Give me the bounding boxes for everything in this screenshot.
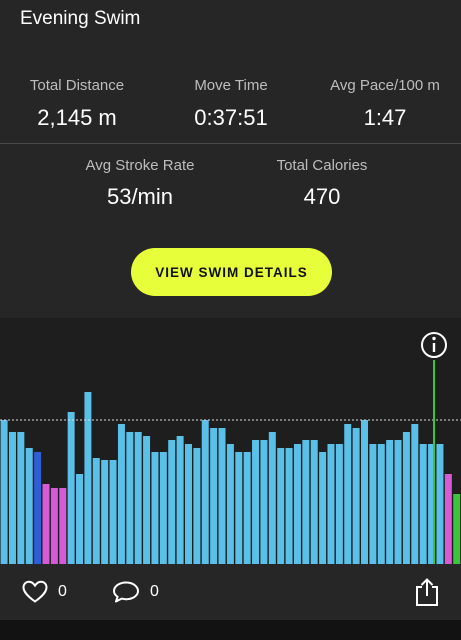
chart-bar-freestyle <box>25 448 33 564</box>
chart-bar-freestyle <box>126 432 134 564</box>
chart-bar-freestyle <box>143 436 151 564</box>
avg-stroke-rate-value: 53/min <box>106 184 174 209</box>
chart-bar-freestyle <box>352 428 360 564</box>
activity-title: Evening Swim <box>20 8 141 29</box>
chart-bar-freestyle <box>268 432 276 564</box>
chart-bar-freestyle <box>319 452 327 564</box>
chart-bar-drill <box>444 474 452 564</box>
chart-bar-freestyle <box>260 440 268 564</box>
move-time-label: Move Time <box>194 77 268 94</box>
chart-bar-drill <box>50 488 58 564</box>
total-calories-value: 470 <box>303 184 341 209</box>
chart-bar-freestyle <box>185 444 192 564</box>
chart-bar-freestyle <box>193 448 201 564</box>
chart-bar-freestyle <box>84 392 92 564</box>
chart-bar-drill <box>59 488 67 564</box>
chart-bar-freestyle <box>293 444 301 564</box>
chart-bar-freestyle <box>344 424 352 564</box>
chart-bar-freestyle <box>285 448 293 564</box>
view-swim-details-button[interactable]: VIEW SWIM DETAILS <box>131 248 332 296</box>
bottom-strip <box>0 620 461 640</box>
share-icon <box>416 578 438 606</box>
stats-divider <box>0 143 461 144</box>
chart-bars <box>0 392 461 564</box>
comment-icon <box>113 581 139 603</box>
info-icon[interactable] <box>421 332 447 358</box>
chart-bar-freestyle <box>201 420 209 564</box>
chart-canvas <box>0 332 461 564</box>
chart-bar-freestyle <box>17 432 25 564</box>
move-time-value: 0:37:51 <box>194 105 268 130</box>
chart-bar-freestyle <box>168 440 176 564</box>
chart-bar-freestyle <box>377 444 385 564</box>
avg-pace-value: 1:47 <box>363 105 407 130</box>
chart-bar-freestyle <box>394 440 402 564</box>
chart-bar-freestyle <box>226 444 234 564</box>
chart-bar-freestyle <box>67 412 75 564</box>
chart-bar-freestyle <box>92 458 100 564</box>
comment-count: 0 <box>150 583 159 600</box>
chart-bar-freestyle <box>369 444 377 564</box>
chart-bar-marker <box>453 494 461 564</box>
chart-bar-freestyle <box>76 474 84 564</box>
activity-footer: 0 0 <box>0 564 461 620</box>
chart-bar-freestyle <box>386 440 394 564</box>
chart-bar-freestyle <box>310 440 318 564</box>
chart-bar-drill <box>42 484 50 564</box>
swim-intervals-chart[interactable] <box>0 318 461 564</box>
chart-bar-freestyle <box>235 452 243 564</box>
chart-bar-freestyle <box>361 420 368 564</box>
chart-bar-freestyle <box>8 432 16 564</box>
avg-stroke-rate-label: Avg Stroke Rate <box>85 157 195 174</box>
chart-bar-freestyle <box>335 444 343 564</box>
activity-card: Evening Swim Total Distance 2,145 m Move… <box>0 0 461 620</box>
like-count: 0 <box>58 583 67 600</box>
total-distance-value: 2,145 m <box>37 105 117 130</box>
chart-bar-freestyle <box>243 452 251 564</box>
chart-bar-freestyle <box>151 452 159 564</box>
share-button[interactable] <box>414 577 440 607</box>
chart-bar-freestyle <box>134 432 142 564</box>
chart-bar-freestyle <box>117 424 125 564</box>
chart-bar-other <box>34 452 42 564</box>
chart-bar-freestyle <box>218 428 226 564</box>
total-calories-label: Total Calories <box>276 157 368 174</box>
chart-bar-freestyle <box>277 448 285 564</box>
chart-bar-freestyle <box>402 432 410 564</box>
avg-pace-label: Avg Pace/100 m <box>330 77 440 94</box>
chart-bar-freestyle <box>436 444 444 564</box>
chart-bar-freestyle <box>0 420 8 564</box>
heart-icon <box>22 580 48 603</box>
chart-bar-freestyle <box>302 440 310 564</box>
like-button[interactable]: 0 <box>22 580 67 604</box>
comment-button[interactable]: 0 <box>112 580 159 604</box>
chart-bar-freestyle <box>411 424 419 564</box>
chart-bar-freestyle <box>252 440 260 564</box>
chart-bar-freestyle <box>176 436 184 564</box>
chart-bar-freestyle <box>327 444 335 564</box>
chart-bar-freestyle <box>210 428 218 564</box>
chart-bar-freestyle <box>109 460 117 564</box>
chart-bar-freestyle <box>419 444 427 564</box>
total-distance-label: Total Distance <box>29 77 125 94</box>
chart-bar-freestyle <box>101 460 109 564</box>
chart-bar-freestyle <box>159 452 167 564</box>
